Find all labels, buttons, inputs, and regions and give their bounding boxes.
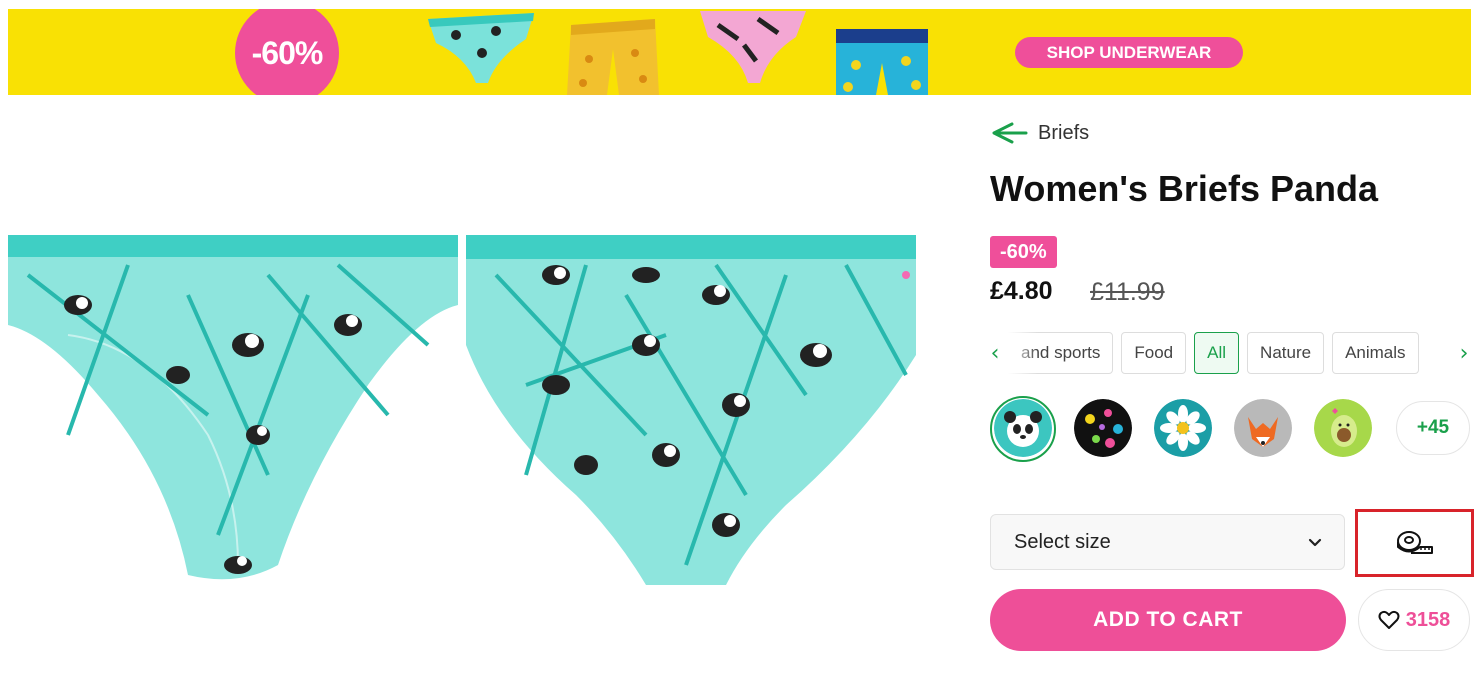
arrow-left-icon [992,122,1028,144]
wishlist-count: 3158 [1405,608,1451,631]
category-tab-nature[interactable]: Nature [1247,332,1325,374]
size-select[interactable]: Select size [990,514,1345,570]
product-image-front[interactable] [8,235,458,585]
chevron-right-icon[interactable]: › [1456,340,1472,366]
chevron-left-icon[interactable]: ‹ [987,340,1003,366]
tabs-fade-right [1430,332,1450,374]
banner-briefs-image-1 [428,13,534,83]
measuring-tape-icon [1396,531,1433,554]
heart-icon [1378,610,1400,629]
product-old-price: £11.99 [1090,278,1165,306]
banner-boxers-image-2 [836,29,928,95]
swatch-daisy[interactable] [1154,399,1212,457]
category-tab-food[interactable]: Food [1121,332,1187,374]
swatch-avocado[interactable] [1314,399,1372,457]
swatch-fox[interactable] [1234,399,1292,457]
shop-underwear-button[interactable]: SHOP UNDERWEAR [1015,37,1243,68]
swatch-panda[interactable] [994,399,1052,457]
breadcrumb-back-link[interactable]: Briefs [990,121,1089,145]
wishlist-button[interactable]: 3158 [1358,589,1470,651]
size-select-label: Select size [1014,530,1111,553]
product-price: £4.80 [990,277,1053,305]
add-to-cart-button[interactable]: ADD TO CART [990,589,1346,651]
category-tab-all[interactable]: All [1194,332,1240,374]
chevron-down-icon [1308,538,1322,546]
breadcrumb-label: Briefs [1038,121,1090,144]
category-tabs: and sports Food All Nature Animals [1008,332,1450,374]
banner-briefs-image-2 [700,11,806,83]
tabs-fade-left [1008,332,1038,374]
product-title: Women's Briefs Panda [990,168,1379,209]
more-designs-button[interactable]: +45 [1396,401,1470,455]
swatch-dots[interactable] [1074,399,1132,457]
banner-boxers-image-1 [567,19,659,95]
promo-banner[interactable]: -60% SHOP UNDERWEAR [8,9,1471,95]
size-guide-button[interactable] [1355,509,1474,577]
category-tab-animals[interactable]: Animals [1332,332,1419,374]
product-image-back[interactable] [466,235,916,585]
sale-badge: -60% [990,236,1057,268]
banner-discount-badge: -60% [235,9,339,95]
